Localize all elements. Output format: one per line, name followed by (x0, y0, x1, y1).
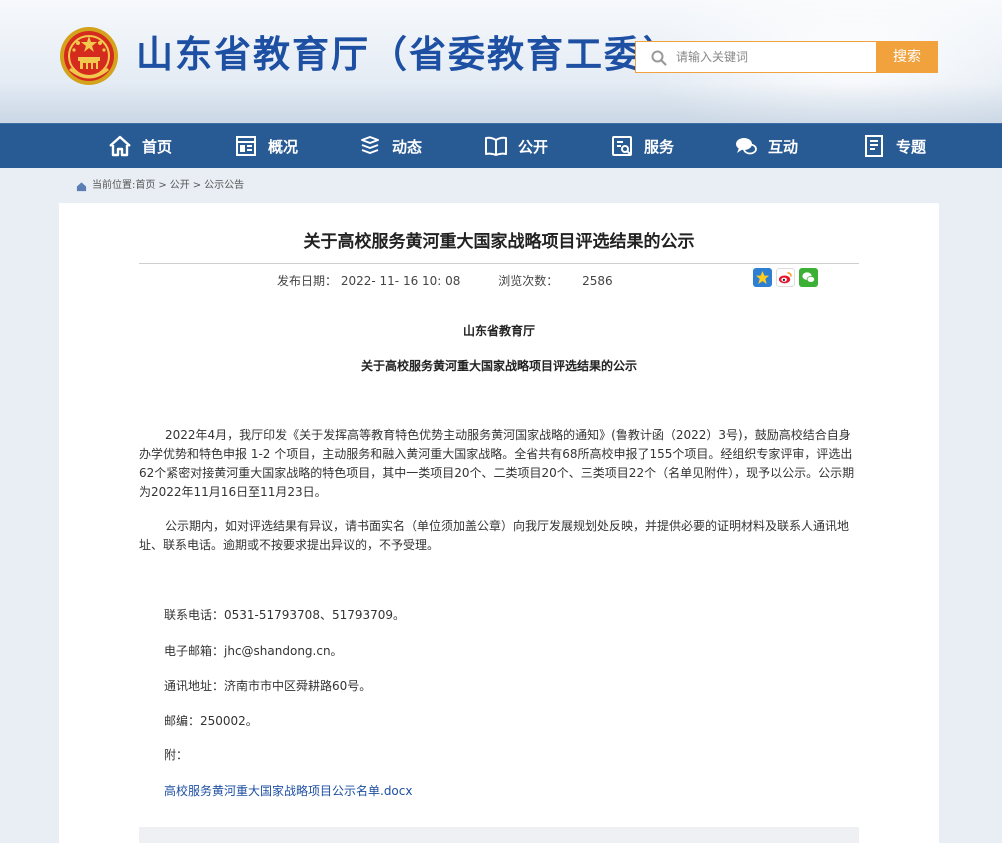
home-icon (109, 135, 131, 157)
footer-divider (139, 827, 859, 843)
title-divider (139, 263, 859, 264)
nav-label: 专题 (896, 137, 927, 156)
topic-icon (865, 135, 883, 157)
overview-icon (236, 136, 256, 156)
search-button[interactable]: 搜索 (876, 41, 938, 73)
views-label: 浏览次数： (498, 274, 559, 288)
news-icon (361, 136, 379, 154)
nav-item-interact[interactable]: 互动 (734, 124, 798, 168)
paragraph-text: 公示期内，如对评选结果有异议，请书面实名（单位须加盖公章）向我厅发展规划处反映，… (139, 519, 850, 552)
nav-label: 互动 (768, 137, 799, 156)
contact-phone: 联系电话：0531-51793708、51793709。 (164, 608, 406, 622)
share-buttons (753, 268, 818, 287)
home-icon (76, 181, 87, 191)
site-title: 山东省教育厅（省委教育工委） (136, 33, 682, 76)
service-icon (612, 136, 632, 156)
contact-postcode: 邮编：250002。 (164, 714, 258, 728)
publish-date: 2022- 11- 16 10: 08 (340, 274, 461, 288)
nav-item-news[interactable]: 动态 (358, 124, 422, 168)
search-input[interactable] (676, 47, 866, 67)
nav-label: 公开 (518, 137, 549, 156)
views-count: 2586 (582, 274, 613, 288)
nav-label: 概况 (268, 137, 299, 156)
article-meta: 发布日期： 2022- 11- 16 10: 08 浏览次数： 2586 (277, 272, 613, 289)
nav-item-home[interactable]: 首页 (108, 124, 172, 168)
publish-label: 发布日期： (277, 274, 338, 288)
article-title: 关于高校服务黄河重大国家战略项目评选结果的公示 (303, 232, 695, 252)
search-box: 搜索 (635, 41, 938, 73)
nav-item-service[interactable]: 服务 (610, 124, 674, 168)
search-icon (651, 50, 667, 66)
qzone-star-icon[interactable] (753, 268, 772, 287)
breadcrumb-home[interactable]: 首页 (135, 178, 155, 194)
breadcrumb-separator: > (192, 180, 202, 191)
breadcrumb-separator: > (158, 180, 167, 191)
article-subtitle: 关于高校服务黄河重大国家战略项目评选结果的公示 (360, 359, 637, 373)
breadcrumb: 当前位置: 首页 > 公开 > 公示公告 (76, 178, 244, 194)
nav-item-topic[interactable]: 专题 (862, 124, 926, 168)
nav-item-public[interactable]: 公开 (484, 124, 548, 168)
attachment-label: 附： (164, 748, 189, 762)
nav-label: 首页 (142, 137, 173, 156)
main-nav: 首页 概况 动态 公开 服务 互动 专题 (0, 123, 1002, 168)
article-paragraph: 公示期内，如对评选结果有异议，请书面实名（单位须加盖公章）向我厅发展规划处反映，… (139, 517, 859, 555)
breadcrumb-prefix: 当前位置: (92, 180, 136, 191)
issuer-name: 山东省教育厅 (462, 324, 535, 338)
nav-label: 服务 (644, 137, 675, 156)
nav-item-overview[interactable]: 概况 (234, 124, 298, 168)
wechat-icon[interactable] (799, 268, 818, 287)
attachment-link[interactable]: 高校服务黄河重大国家战略项目公示名单.docx (164, 782, 412, 799)
site-header: 山东省教育厅（省委教育工委） 搜索 (0, 0, 1002, 123)
chat-icon (736, 138, 757, 155)
contact-address: 通讯地址：济南市市中区舜耕路60号。 (164, 679, 372, 693)
weibo-icon[interactable] (776, 268, 795, 287)
contact-email: 电子邮箱：jhc@shandong.cn。 (164, 644, 343, 658)
article-card: 关于高校服务黄河重大国家战略项目评选结果的公示 发布日期： 2022- 11- … (59, 203, 939, 843)
breadcrumb-public[interactable]: 公开 (170, 178, 190, 194)
nav-label: 动态 (392, 137, 423, 156)
breadcrumb-notices[interactable]: 公示公告 (204, 178, 244, 194)
article-paragraph: 2022年4月，我厅印发《关于发挥高等教育特色优势主动服务黄河国家战略的通知》(… (139, 426, 859, 502)
book-icon (485, 136, 507, 156)
national-emblem-logo (58, 25, 120, 87)
paragraph-text: 2022年4月，我厅印发《关于发挥高等教育特色优势主动服务黄河国家战略的通知》(… (139, 428, 855, 499)
